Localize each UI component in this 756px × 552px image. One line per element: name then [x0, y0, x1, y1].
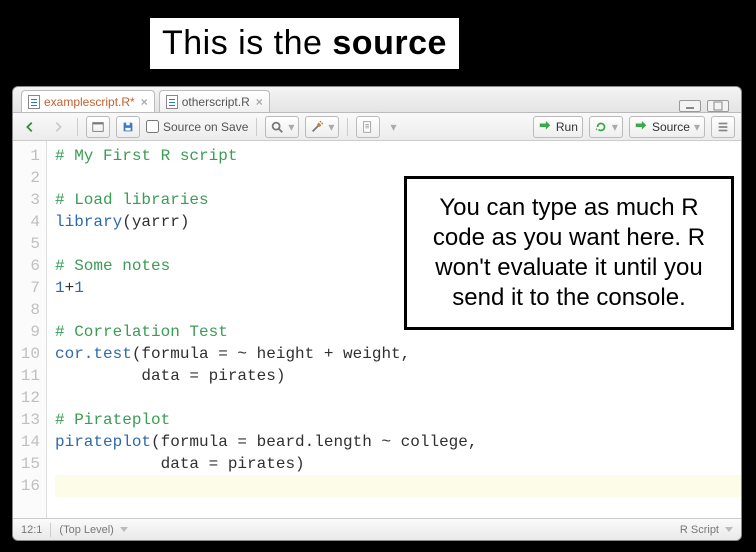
outline-button[interactable]: [711, 116, 735, 138]
tab-close-icon[interactable]: ×: [256, 95, 263, 109]
title-emph: source: [332, 24, 447, 62]
minimize-pane-icon[interactable]: [679, 100, 701, 112]
save-button[interactable]: [116, 116, 140, 138]
callout-text: You can type as much R code as you want …: [433, 194, 705, 311]
code-tools-button[interactable]: ▾: [305, 116, 339, 138]
language-selector[interactable]: R Script: [680, 524, 733, 536]
compile-report-button[interactable]: [356, 116, 380, 138]
scope-selector[interactable]: (Top Level): [59, 524, 127, 536]
tab-other[interactable]: otherscript.R ×: [159, 90, 270, 112]
run-button[interactable]: Run: [533, 116, 583, 138]
explainer-callout: You can type as much R code as you want …: [404, 176, 734, 330]
run-arrow-icon: [538, 120, 552, 134]
maximize-pane-icon[interactable]: [707, 100, 729, 112]
back-button[interactable]: [19, 116, 41, 138]
forward-button[interactable]: [47, 116, 69, 138]
tab-label: examplescript.R*: [44, 95, 135, 109]
compile-dropdown[interactable]: ▾: [386, 116, 400, 138]
rscript-doc-icon: [28, 95, 40, 109]
cursor-position: 12:1: [21, 524, 42, 536]
editor-toolbar: Source on Save ▾ ▾ ▾ Run ▾ Source ▾: [13, 113, 741, 141]
source-on-save-label: Source on Save: [163, 120, 248, 134]
tab-close-icon[interactable]: ×: [141, 95, 148, 109]
rscript-doc-icon: [166, 95, 178, 109]
tab-bar: examplescript.R* × otherscript.R ×: [13, 87, 741, 113]
line-number-gutter: 12345678910111213141516: [13, 141, 47, 518]
tab-active[interactable]: examplescript.R* ×: [21, 90, 155, 112]
source-button[interactable]: Source ▾: [629, 116, 705, 138]
title-prefix: This is the: [162, 24, 332, 62]
page-title: This is the source: [150, 18, 459, 69]
find-button[interactable]: ▾: [265, 116, 299, 138]
tab-label: otherscript.R: [182, 95, 250, 109]
show-in-new-window-button[interactable]: [86, 116, 110, 138]
source-arrow-icon: [634, 120, 648, 134]
pane-controls: [679, 100, 733, 112]
source-on-save-toggle[interactable]: Source on Save: [146, 120, 248, 134]
source-on-save-checkbox[interactable]: [146, 120, 159, 133]
source-label: Source: [652, 120, 690, 134]
status-bar: 12:1 (Top Level) R Script: [13, 518, 741, 540]
run-label: Run: [556, 120, 578, 134]
rerun-button[interactable]: ▾: [589, 116, 623, 138]
